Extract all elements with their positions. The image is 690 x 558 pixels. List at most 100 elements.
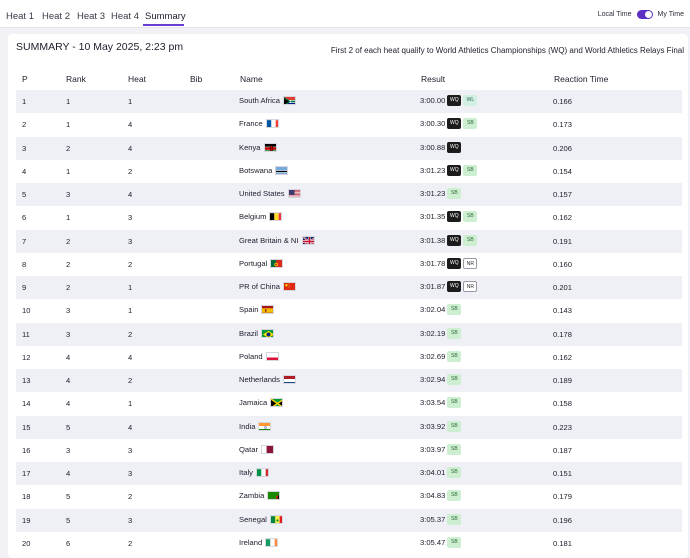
country-name[interactable]: Brazil: [239, 329, 258, 338]
name-cell[interactable]: PR of China: [239, 282, 296, 291]
flag-bel-icon: [269, 212, 283, 222]
table-row[interactable]: 19 5 3 Senegal 3:05.37 SB 0.196: [16, 508, 682, 532]
country-name[interactable]: Botswana: [239, 166, 272, 175]
tab-heat-4[interactable]: Heat 4: [111, 11, 139, 22]
country-name[interactable]: Kenya: [239, 143, 261, 152]
name-cell[interactable]: Senegal: [239, 514, 283, 524]
country-name[interactable]: South Africa: [239, 96, 280, 105]
result-cell: 3:01.23 SB: [420, 188, 462, 199]
country-name[interactable]: PR of China: [239, 282, 280, 291]
table-row[interactable]: 6 1 3 Belgium 3:01.35 WQ SB 0.162: [16, 206, 682, 229]
table-row[interactable]: 20 6 2 Ireland 3:05.47 SB 0.181: [16, 532, 682, 555]
table-row[interactable]: 13 4 2 Netherlands 3:02.94 SB 0.189: [16, 369, 682, 393]
result-cell: 3:05.47 SB: [420, 536, 462, 548]
wq-badge: WQ: [447, 257, 462, 269]
name-cell[interactable]: Italy: [239, 468, 269, 477]
table-row[interactable]: 9 2 1 PR of China 3:01.87 WQ NR 0.201: [16, 276, 682, 300]
name-cell[interactable]: Brazil: [239, 328, 274, 338]
table-row[interactable]: 16 3 3 Qatar 3:03.97 SB 0.187: [16, 439, 682, 462]
name-cell[interactable]: Great Britain & NI: [239, 235, 315, 245]
tab-heat-1[interactable]: Heat 1: [6, 11, 34, 22]
name-cell[interactable]: Qatar: [239, 444, 274, 454]
position-cell: 6: [22, 213, 27, 223]
name-cell[interactable]: Botswana: [239, 165, 289, 175]
reaction-time-cell: 0.151: [553, 469, 573, 478]
country-name[interactable]: Great Britain & NI: [239, 236, 299, 245]
name-cell[interactable]: France: [239, 119, 279, 129]
name-cell[interactable]: South Africa: [239, 96, 296, 105]
table-row[interactable]: 14 4 1 Jamaica 3:03.54 SB 0.158: [16, 392, 682, 415]
name-cell[interactable]: India: [239, 421, 272, 431]
table-row[interactable]: 2 1 4 France 3:00.30 WQ SB 0.173: [16, 113, 682, 136]
rank-cell: 3: [66, 329, 71, 339]
country-name[interactable]: France: [239, 119, 263, 128]
table-row[interactable]: 11 3 2 Brazil 3:02.19 SB 0.178: [16, 322, 682, 346]
heat-cell: 2: [128, 492, 133, 502]
reaction-time-cell: 0.179: [553, 492, 573, 502]
name-cell[interactable]: Zambia: [239, 491, 281, 501]
wq-badge: WQ: [447, 95, 462, 106]
country-name[interactable]: Netherlands: [239, 375, 280, 384]
heat-cell: 3: [128, 515, 133, 525]
table-row[interactable]: 8 2 2 Portugal 3:01.78 WQ NR 0.160: [16, 253, 682, 276]
table-row[interactable]: 17 4 3 Italy 3:04.01 SB 0.151: [16, 462, 682, 486]
result-cell: 3:00.88 WQ: [420, 141, 462, 153]
position-cell: 7: [22, 236, 27, 246]
flag-pol-icon: [265, 351, 279, 361]
country-name[interactable]: Ireland: [239, 538, 262, 547]
country-name[interactable]: Belgium: [239, 212, 266, 221]
rank-cell: 1: [66, 166, 71, 176]
name-cell[interactable]: Poland: [239, 351, 279, 361]
name-cell[interactable]: Kenya: [239, 142, 277, 152]
country-name[interactable]: India: [239, 422, 255, 431]
country-name[interactable]: United States: [239, 189, 285, 198]
table-row[interactable]: 4 1 2 Botswana 3:01.23 WQ SB 0.154: [16, 160, 682, 183]
result-cell: 3:02.69 SB: [420, 350, 462, 362]
name-cell[interactable]: Ireland: [239, 537, 279, 547]
result-cell: 3:03.97 SB: [420, 443, 462, 455]
country-name[interactable]: Spain: [239, 305, 258, 314]
table-row[interactable]: 18 5 2 Zambia 3:04.83 SB 0.179: [16, 485, 682, 508]
result-time: 3:00.00: [420, 96, 446, 105]
table-row[interactable]: 1 1 1 South Africa 3:00.00 WQ WL 0.166: [16, 90, 682, 114]
position-cell: 18: [22, 492, 31, 502]
name-cell[interactable]: Spain: [239, 305, 275, 315]
result-cell: 3:02.19 SB: [420, 327, 462, 339]
name-cell[interactable]: Netherlands: [239, 375, 296, 384]
rank-cell: 1: [66, 97, 71, 106]
result-time: 3:05.47: [420, 537, 446, 547]
reaction-time-cell: 0.166: [553, 97, 573, 106]
heat-cell: 3: [128, 236, 133, 246]
table-row[interactable]: 15 5 4 India 3:03.92 SB 0.223: [16, 415, 682, 439]
table-row[interactable]: 12 4 4 Poland 3:02.69 SB 0.162: [16, 346, 682, 369]
table-row[interactable]: 7 2 3 Great Britain & NI 3:01.38 WQ SB 0.191: [16, 229, 682, 253]
tab-heat-2[interactable]: Heat 2: [42, 11, 70, 22]
tab-heat-3[interactable]: Heat 3: [77, 11, 105, 22]
country-name[interactable]: Senegal: [239, 515, 267, 524]
country-name[interactable]: Zambia: [239, 491, 264, 500]
result-time: 3:01.23: [420, 165, 446, 175]
tab-summary[interactable]: Summary: [145, 11, 186, 22]
country-name[interactable]: Qatar: [239, 445, 258, 454]
result-time: 3:02.19: [420, 328, 446, 338]
col-header-p: P: [22, 74, 28, 84]
country-name[interactable]: Italy: [239, 468, 253, 477]
name-cell[interactable]: United States: [239, 189, 301, 198]
result-time: 3:00.88: [420, 142, 446, 152]
country-name[interactable]: Poland: [239, 352, 263, 361]
country-name[interactable]: Portugal: [239, 259, 267, 268]
sb-badge: SB: [463, 234, 478, 246]
time-toggle-switch[interactable]: [636, 10, 653, 19]
name-cell[interactable]: Portugal: [239, 258, 284, 268]
table-row[interactable]: 3 2 4 Kenya 3:00.88 WQ 0.206: [16, 136, 682, 160]
country-name[interactable]: Jamaica: [239, 398, 267, 407]
my-time-label: My Time: [657, 11, 684, 18]
wq-badge: WQ: [447, 211, 462, 223]
table-row[interactable]: 10 3 1 Spain 3:02.04 SB 0.143: [16, 299, 682, 322]
reaction-time-cell: 0.154: [553, 166, 573, 176]
name-cell[interactable]: Belgium: [239, 212, 283, 222]
table-row[interactable]: 5 3 4 United States 3:01.23 SB 0.157: [16, 183, 682, 207]
flag-zam-icon: [267, 491, 281, 501]
name-cell[interactable]: Jamaica: [239, 398, 284, 408]
rank-cell: 5: [66, 422, 71, 432]
